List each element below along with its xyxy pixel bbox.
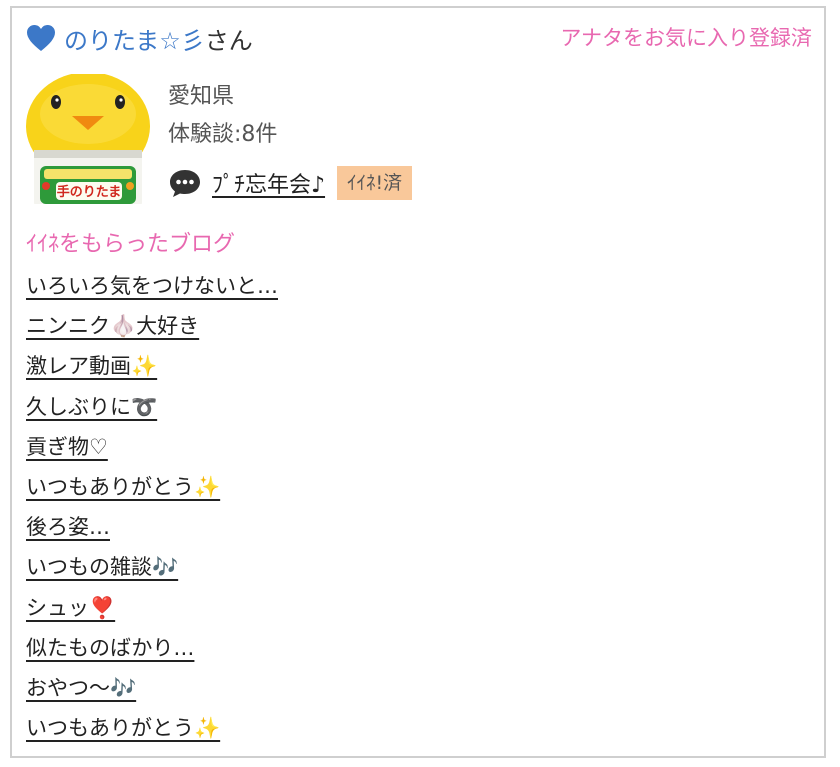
list-item: おやつ〜🎶 xyxy=(26,673,278,713)
list-item: いつもありがとう✨ xyxy=(26,472,278,512)
list-item: ニンニク🧄大好き xyxy=(26,311,278,351)
list-item: 似たものばかり… xyxy=(26,633,278,673)
speech-bubble-icon xyxy=(170,170,200,197)
prefecture: 愛知県 xyxy=(168,84,235,109)
blog-link[interactable]: 似たものばかり… xyxy=(26,636,194,660)
blog-link[interactable]: おやつ〜🎶 xyxy=(26,676,136,700)
experience-count[interactable]: 体験談:8件 xyxy=(168,116,277,148)
list-item: 貢ぎ物♡ xyxy=(26,432,278,472)
card-header: のりたま☆彡 さん xyxy=(26,20,253,56)
list-item: 後ろ姿… xyxy=(26,512,278,552)
list-item: いつもの雑談🎶 xyxy=(26,552,278,592)
list-item: いつもありがとう✨ xyxy=(26,713,278,753)
list-item: 久しぶりに➰ xyxy=(26,392,278,432)
iine-status-badge[interactable]: ｲｲﾈ!済 xyxy=(337,166,413,200)
blog-link[interactable]: 貢ぎ物♡ xyxy=(26,435,108,459)
blog-link[interactable]: シュッ❣️ xyxy=(26,596,115,620)
blog-link[interactable]: いつもの雑談🎶 xyxy=(26,555,178,579)
user-name-suffix: さん xyxy=(204,26,253,55)
list-item: 激レア動画✨ xyxy=(26,351,278,391)
liked-blogs-heading: ｲｲﾈをもらったブログ xyxy=(26,232,236,257)
profile-image[interactable]: 手のりたま xyxy=(26,74,150,204)
blog-link[interactable]: いつもありがとう✨ xyxy=(26,716,220,740)
user-card: のりたま☆彡 さん アナタをお気に入り登録済 手のりたま 愛知県 体験談:8件 … xyxy=(10,6,826,758)
blog-link[interactable]: いつもありがとう✨ xyxy=(26,475,220,499)
favorite-status: アナタをお気に入り登録済 xyxy=(560,26,812,50)
blog-link[interactable]: 久しぶりに➰ xyxy=(26,395,157,419)
latest-post: ﾌﾟﾁ忘年会♪ ｲｲﾈ!済 xyxy=(168,166,413,200)
liked-blogs-list: いろいろ気をつけないと… ニンニク🧄大好き 激レア動画✨ 久しぶりに➰ 貢ぎ物♡… xyxy=(26,271,278,753)
blog-link[interactable]: ニンニク🧄大好き xyxy=(26,314,199,338)
list-item: シュッ❣️ xyxy=(26,593,278,633)
blog-link[interactable]: 後ろ姿… xyxy=(26,515,110,539)
user-name-link[interactable]: のりたま☆彡 xyxy=(64,21,205,56)
list-item: いろいろ気をつけないと… xyxy=(26,271,278,311)
latest-post-link[interactable]: ﾌﾟﾁ忘年会♪ xyxy=(212,167,325,199)
profile-image-label: 手のりたま xyxy=(57,184,122,200)
blue-heart-icon xyxy=(27,25,55,51)
blog-link[interactable]: 激レア動画✨ xyxy=(26,354,157,378)
blog-link[interactable]: いろいろ気をつけないと… xyxy=(26,274,278,298)
